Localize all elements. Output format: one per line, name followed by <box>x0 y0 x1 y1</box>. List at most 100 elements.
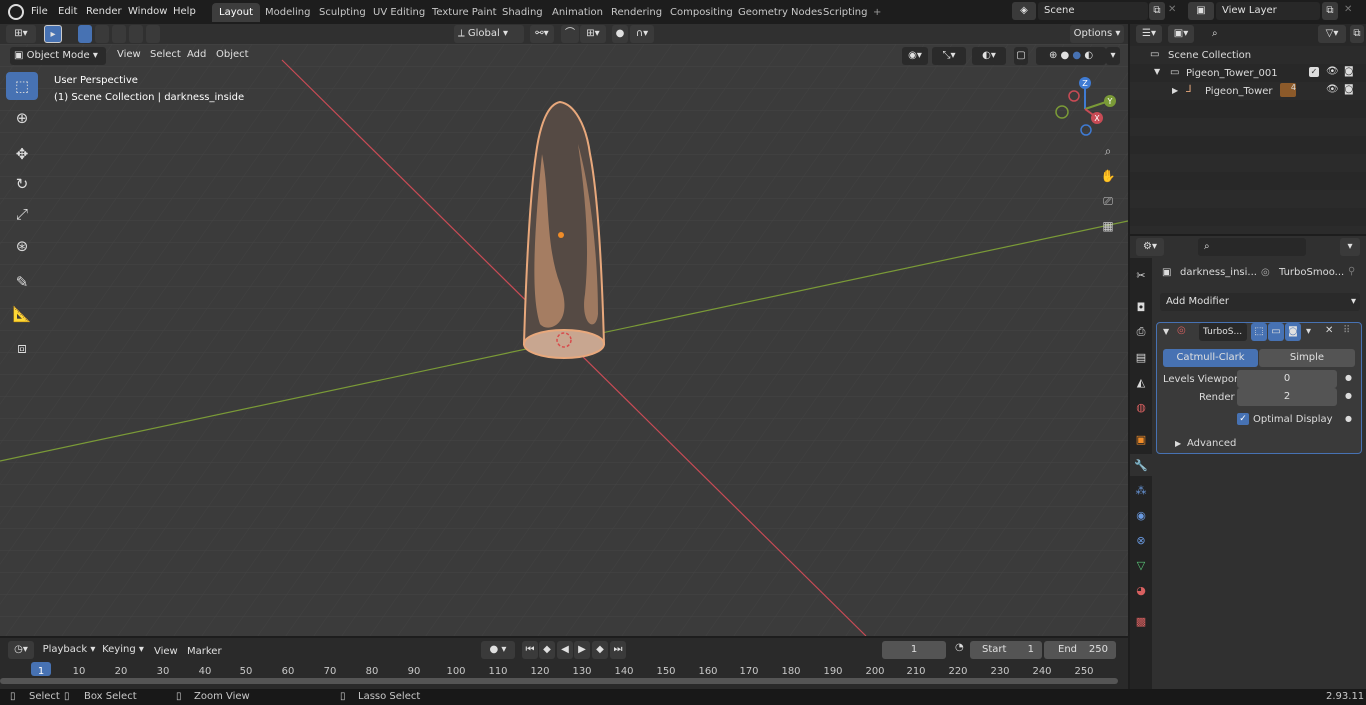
display-mode-icon[interactable]: ▣▾ <box>1168 25 1194 43</box>
move-tool-icon[interactable]: ✥ <box>6 140 38 168</box>
filter-icon[interactable]: ▽▾ <box>1318 25 1346 43</box>
timeline-scrollbar[interactable] <box>0 678 1118 684</box>
new-collection-icon[interactable]: ⧉ <box>1350 25 1364 43</box>
scene-field[interactable]: Scene <box>1038 2 1148 20</box>
outliner-search-input[interactable]: ⌕ <box>1206 25 1302 43</box>
scale-tool-icon[interactable]: ⤢ <box>6 200 38 228</box>
optimal-display-checkbox[interactable]: ✓ <box>1237 413 1249 425</box>
output-tab-icon[interactable]: ⎙ <box>1130 321 1152 343</box>
advanced-subpanel-label[interactable]: Advanced <box>1187 438 1236 449</box>
tab-animation[interactable]: Animation <box>545 3 610 22</box>
levels-viewport-field[interactable]: 0 <box>1237 370 1337 388</box>
properties-search-input[interactable]: ⌕ <box>1198 238 1306 256</box>
eye-icon[interactable]: 👁 <box>1326 84 1339 95</box>
prev-keyframe-icon[interactable]: ◆ <box>539 641 555 659</box>
ortho-grid-icon[interactable]: ▦ <box>1097 215 1119 237</box>
annotate-tool-icon[interactable]: ✎ <box>6 268 38 296</box>
menu-window[interactable]: Window <box>128 4 167 20</box>
play-icon[interactable]: ▶ <box>574 641 590 659</box>
viewport-menu-object[interactable]: Object <box>216 47 249 63</box>
keyframe-dot-icon[interactable]: ● <box>1345 373 1352 382</box>
view-layer-tab-icon[interactable]: ▤ <box>1130 346 1152 368</box>
object-tab-icon[interactable]: ▣ <box>1130 428 1152 450</box>
camera-view-icon[interactable]: ⎚ <box>1097 190 1119 212</box>
xray-icon[interactable]: ▢ <box>1014 47 1028 65</box>
timeline-menu-marker[interactable]: Marker <box>187 644 222 660</box>
menu-render[interactable]: Render <box>86 4 122 20</box>
view-layer-icon[interactable]: ▣ <box>1188 2 1214 20</box>
select-tool-icon[interactable]: ▸ <box>44 25 62 43</box>
shading-options-icon[interactable]: ▾ <box>1106 47 1120 65</box>
drag-handle-icon[interactable]: ⠿ <box>1343 325 1350 336</box>
timeline-editor-icon[interactable]: ◷▾ <box>8 641 34 659</box>
tab-modeling[interactable]: Modeling <box>258 3 318 22</box>
keyframe-dot-icon[interactable]: ● <box>1345 414 1352 423</box>
jump-end-icon[interactable]: ⏭ <box>610 641 626 659</box>
select-intersect-icon[interactable] <box>146 25 160 43</box>
outliner-row-pigeon-tower-001[interactable]: ▼ ▭ Pigeon_Tower_001 ✓ 👁 ◙ <box>1130 64 1366 82</box>
3d-viewport[interactable]: User Perspective (1) Scene Collection | … <box>0 44 1128 636</box>
render-toggle-icon[interactable]: ◙ <box>1285 323 1301 341</box>
eye-icon[interactable]: 👁 <box>1326 66 1339 77</box>
physics-tab-icon[interactable]: ◉ <box>1130 504 1152 526</box>
catmull-clark-button[interactable]: Catmull-Clark <box>1163 349 1258 367</box>
view-layer-field[interactable]: View Layer <box>1216 2 1320 20</box>
children-badge[interactable]: 4 <box>1280 83 1296 97</box>
simple-button[interactable]: Simple <box>1259 349 1355 367</box>
blender-logo-icon[interactable] <box>8 4 24 20</box>
proportional-edit-icon[interactable]: ● <box>612 25 628 43</box>
viewport-toggle-icon[interactable]: ▭ <box>1268 323 1284 341</box>
next-keyframe-icon[interactable]: ◆ <box>592 641 608 659</box>
checkbox-icon[interactable]: ✓ <box>1309 67 1319 77</box>
camera-icon[interactable]: ◙ <box>1344 84 1354 95</box>
menu-file[interactable]: File <box>31 4 48 20</box>
world-tab-icon[interactable]: ◍ <box>1130 396 1152 418</box>
select-subtract-icon[interactable] <box>112 25 126 43</box>
remove-view-layer-icon[interactable]: ✕ <box>1344 4 1352 15</box>
modifier-tab-icon[interactable]: 🔧 <box>1130 454 1152 476</box>
modifier-name-field[interactable]: TurboS... <box>1199 323 1247 341</box>
add-cube-tool-icon[interactable]: ⧈ <box>6 334 38 362</box>
cursor-tool-icon[interactable]: ⊕ <box>6 104 38 132</box>
outliner-editor-icon[interactable]: ☰▾ <box>1136 25 1162 43</box>
render-levels-field[interactable]: 2 <box>1237 388 1337 406</box>
outliner-row-pigeon-tower[interactable]: ▶ ⅃ Pigeon_Tower 4 👁 ◙ <box>1130 82 1366 100</box>
jump-start-icon[interactable]: ⏮ <box>522 641 538 659</box>
add-modifier-dropdown[interactable]: Add Modifier ▾ <box>1160 293 1360 311</box>
pivot-icon[interactable]: ⚯▾ <box>530 25 554 43</box>
menu-edit[interactable]: Edit <box>58 4 77 20</box>
object-mode-dropdown[interactable]: ▣ Object Mode ▾ <box>10 47 106 65</box>
falloff-icon[interactable]: ∩▾ <box>630 25 654 43</box>
expand-arrow-icon[interactable]: ▶ <box>1172 86 1178 95</box>
select-box-tool-icon[interactable]: ⬚ <box>6 72 38 100</box>
record-icon[interactable]: ● ▾ <box>481 641 515 659</box>
keyframe-dot-icon[interactable]: ● <box>1345 391 1352 400</box>
keying-dropdown[interactable]: Keying ▾ <box>100 641 146 659</box>
constraints-tab-icon[interactable]: ⊗ <box>1130 529 1152 551</box>
overlay-icon[interactable]: ◐▾ <box>972 47 1006 65</box>
editor-type-icon[interactable]: ⊞▾ <box>6 25 36 43</box>
scene-tab-icon[interactable]: ◭ <box>1130 371 1152 393</box>
rotate-tool-icon[interactable]: ↻ <box>6 170 38 198</box>
pin-icon[interactable]: ⚲ <box>1348 266 1355 277</box>
particles-tab-icon[interactable]: ⁂ <box>1130 479 1152 501</box>
select-new-icon[interactable] <box>78 25 92 43</box>
data-tab-icon[interactable]: ▽ <box>1130 554 1152 576</box>
pan-hand-icon[interactable]: ✋ <box>1097 165 1119 187</box>
collapse-arrow-icon[interactable]: ▼ <box>1163 327 1169 336</box>
navigation-gizmo[interactable]: Z Y X <box>1050 74 1120 144</box>
shading-mode-icons[interactable]: ⊕ ● ● ◐ <box>1036 47 1106 65</box>
measure-tool-icon[interactable]: 📐 <box>6 300 38 328</box>
remove-scene-icon[interactable]: ✕ <box>1168 4 1176 15</box>
transform-orientation-dropdown[interactable]: ⟂ Global ▾ <box>454 25 524 43</box>
render-tab-icon[interactable]: ◘ <box>1130 296 1152 318</box>
edit-mode-toggle-icon[interactable]: ⬚ <box>1251 323 1267 341</box>
tool-tab-icon[interactable]: ✂ <box>1130 264 1152 286</box>
playback-dropdown[interactable]: Playback ▾ <box>42 641 96 659</box>
tab-compositing[interactable]: Compositing <box>663 3 740 22</box>
material-tab-icon[interactable]: ◕ <box>1130 579 1152 601</box>
close-icon[interactable]: ✕ <box>1325 325 1333 336</box>
play-reverse-icon[interactable]: ◀ <box>557 641 573 659</box>
tab-layout[interactable]: Layout <box>212 3 260 22</box>
properties-editor-icon[interactable]: ⚙▾ <box>1136 238 1164 256</box>
